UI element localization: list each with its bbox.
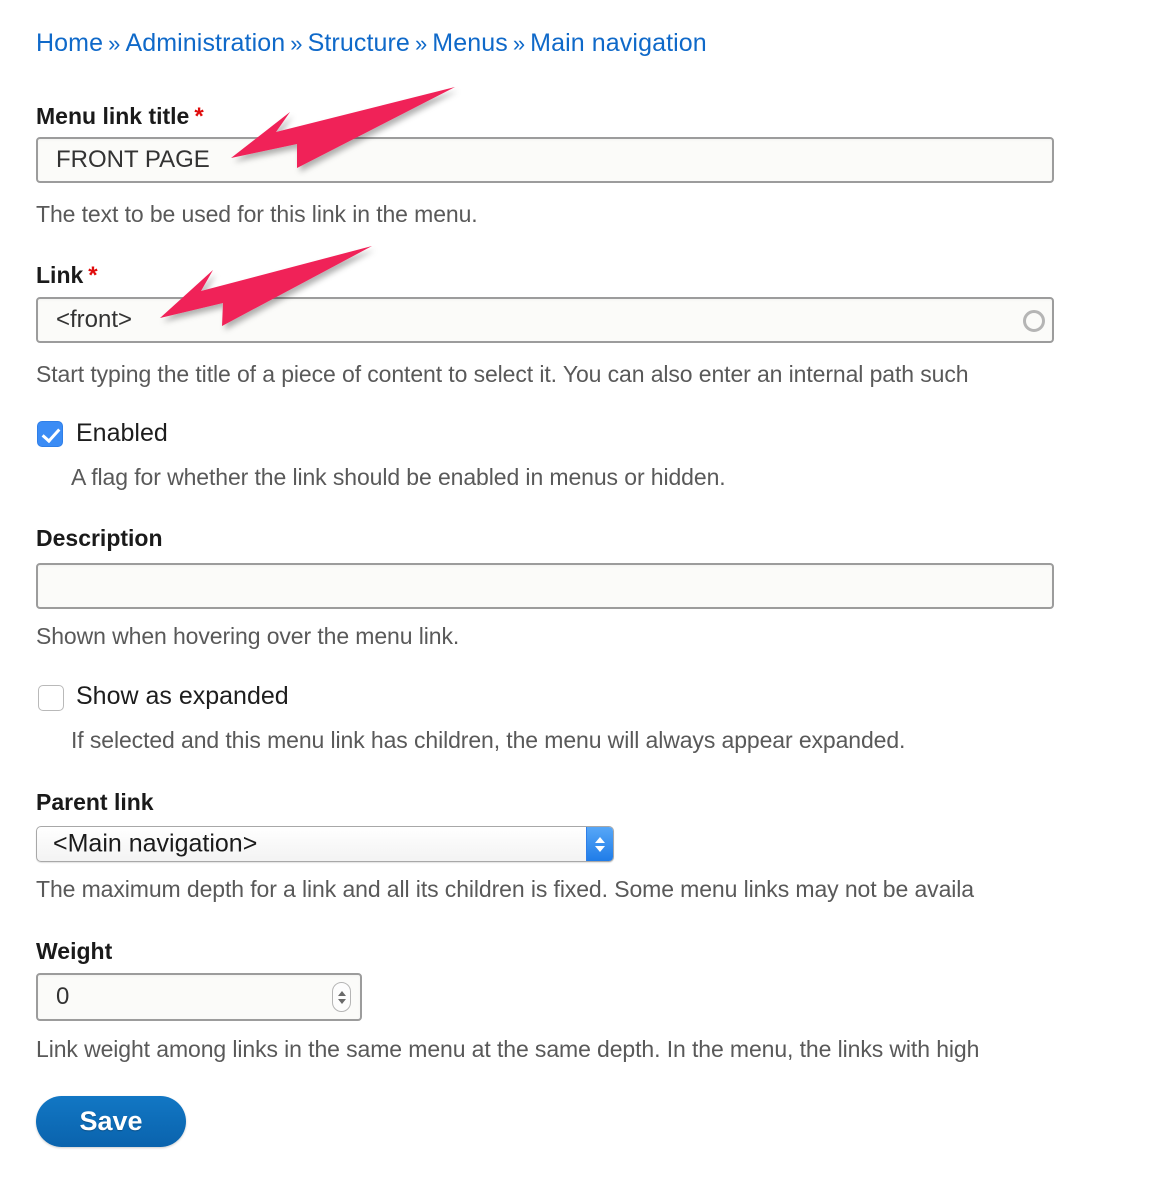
enabled-checkbox-label[interactable]: Enabled <box>76 418 168 448</box>
menu-link-title-input[interactable] <box>36 137 1054 183</box>
description-input[interactable] <box>36 563 1054 609</box>
show-as-expanded-label[interactable]: Show as expanded <box>76 681 289 711</box>
save-button[interactable]: Save <box>36 1096 186 1147</box>
menu-link-edit-form: Home» Administration» Structure» Menus» Main… <box>0 0 1164 1190</box>
parent-link-label: Parent link <box>36 789 154 815</box>
show-as-expanded-description: If selected and this menu link has child… <box>71 727 906 753</box>
breadcrumb-separator: » <box>108 31 121 56</box>
weight-description: Link weight among links in the same menu… <box>36 1036 980 1062</box>
required-marker: * <box>194 103 204 130</box>
description-help-text: Shown when hovering over the menu link. <box>36 623 460 649</box>
enabled-checkbox[interactable] <box>37 421 63 447</box>
menu-link-title-label-text: Menu link title <box>36 103 190 129</box>
breadcrumb-item-home[interactable]: Home <box>36 29 103 57</box>
breadcrumb-separator: » <box>290 31 303 56</box>
parent-link-select[interactable]: <Main navigation> <box>36 826 614 862</box>
show-as-expanded-checkbox[interactable] <box>38 685 64 711</box>
parent-link-description: The maximum depth for a link and all its… <box>36 876 974 902</box>
description-label: Description <box>36 525 163 551</box>
weight-label: Weight <box>36 938 113 964</box>
chevron-updown-icon[interactable] <box>586 827 613 861</box>
menu-link-title-label: Menu link title * <box>36 102 204 131</box>
link-label: Link * <box>36 261 98 290</box>
weight-stepper[interactable] <box>332 982 351 1012</box>
breadcrumb-item-structure[interactable]: Structure <box>308 29 410 57</box>
parent-link-selected-value: <Main navigation> <box>53 829 258 858</box>
required-marker: * <box>88 262 98 289</box>
enabled-description: A flag for whether the link should be en… <box>71 464 726 490</box>
breadcrumb: Home» Administration» Structure» Menus» Main… <box>36 27 707 60</box>
breadcrumb-item-main-navigation[interactable]: Main navigation <box>530 29 707 57</box>
breadcrumb-item-menus[interactable]: Menus <box>432 29 508 57</box>
circle-throbber-icon <box>1023 310 1045 332</box>
breadcrumb-separator: » <box>414 31 428 56</box>
breadcrumb-item-administration[interactable]: Administration <box>125 29 285 57</box>
link-label-text: Link <box>36 262 84 288</box>
menu-link-title-description: The text to be used for this link in the… <box>36 201 478 227</box>
link-description: Start typing the title of a piece of con… <box>36 361 969 387</box>
breadcrumb-separator: » <box>512 31 526 56</box>
link-input[interactable] <box>36 297 1054 343</box>
weight-input[interactable] <box>36 973 362 1021</box>
